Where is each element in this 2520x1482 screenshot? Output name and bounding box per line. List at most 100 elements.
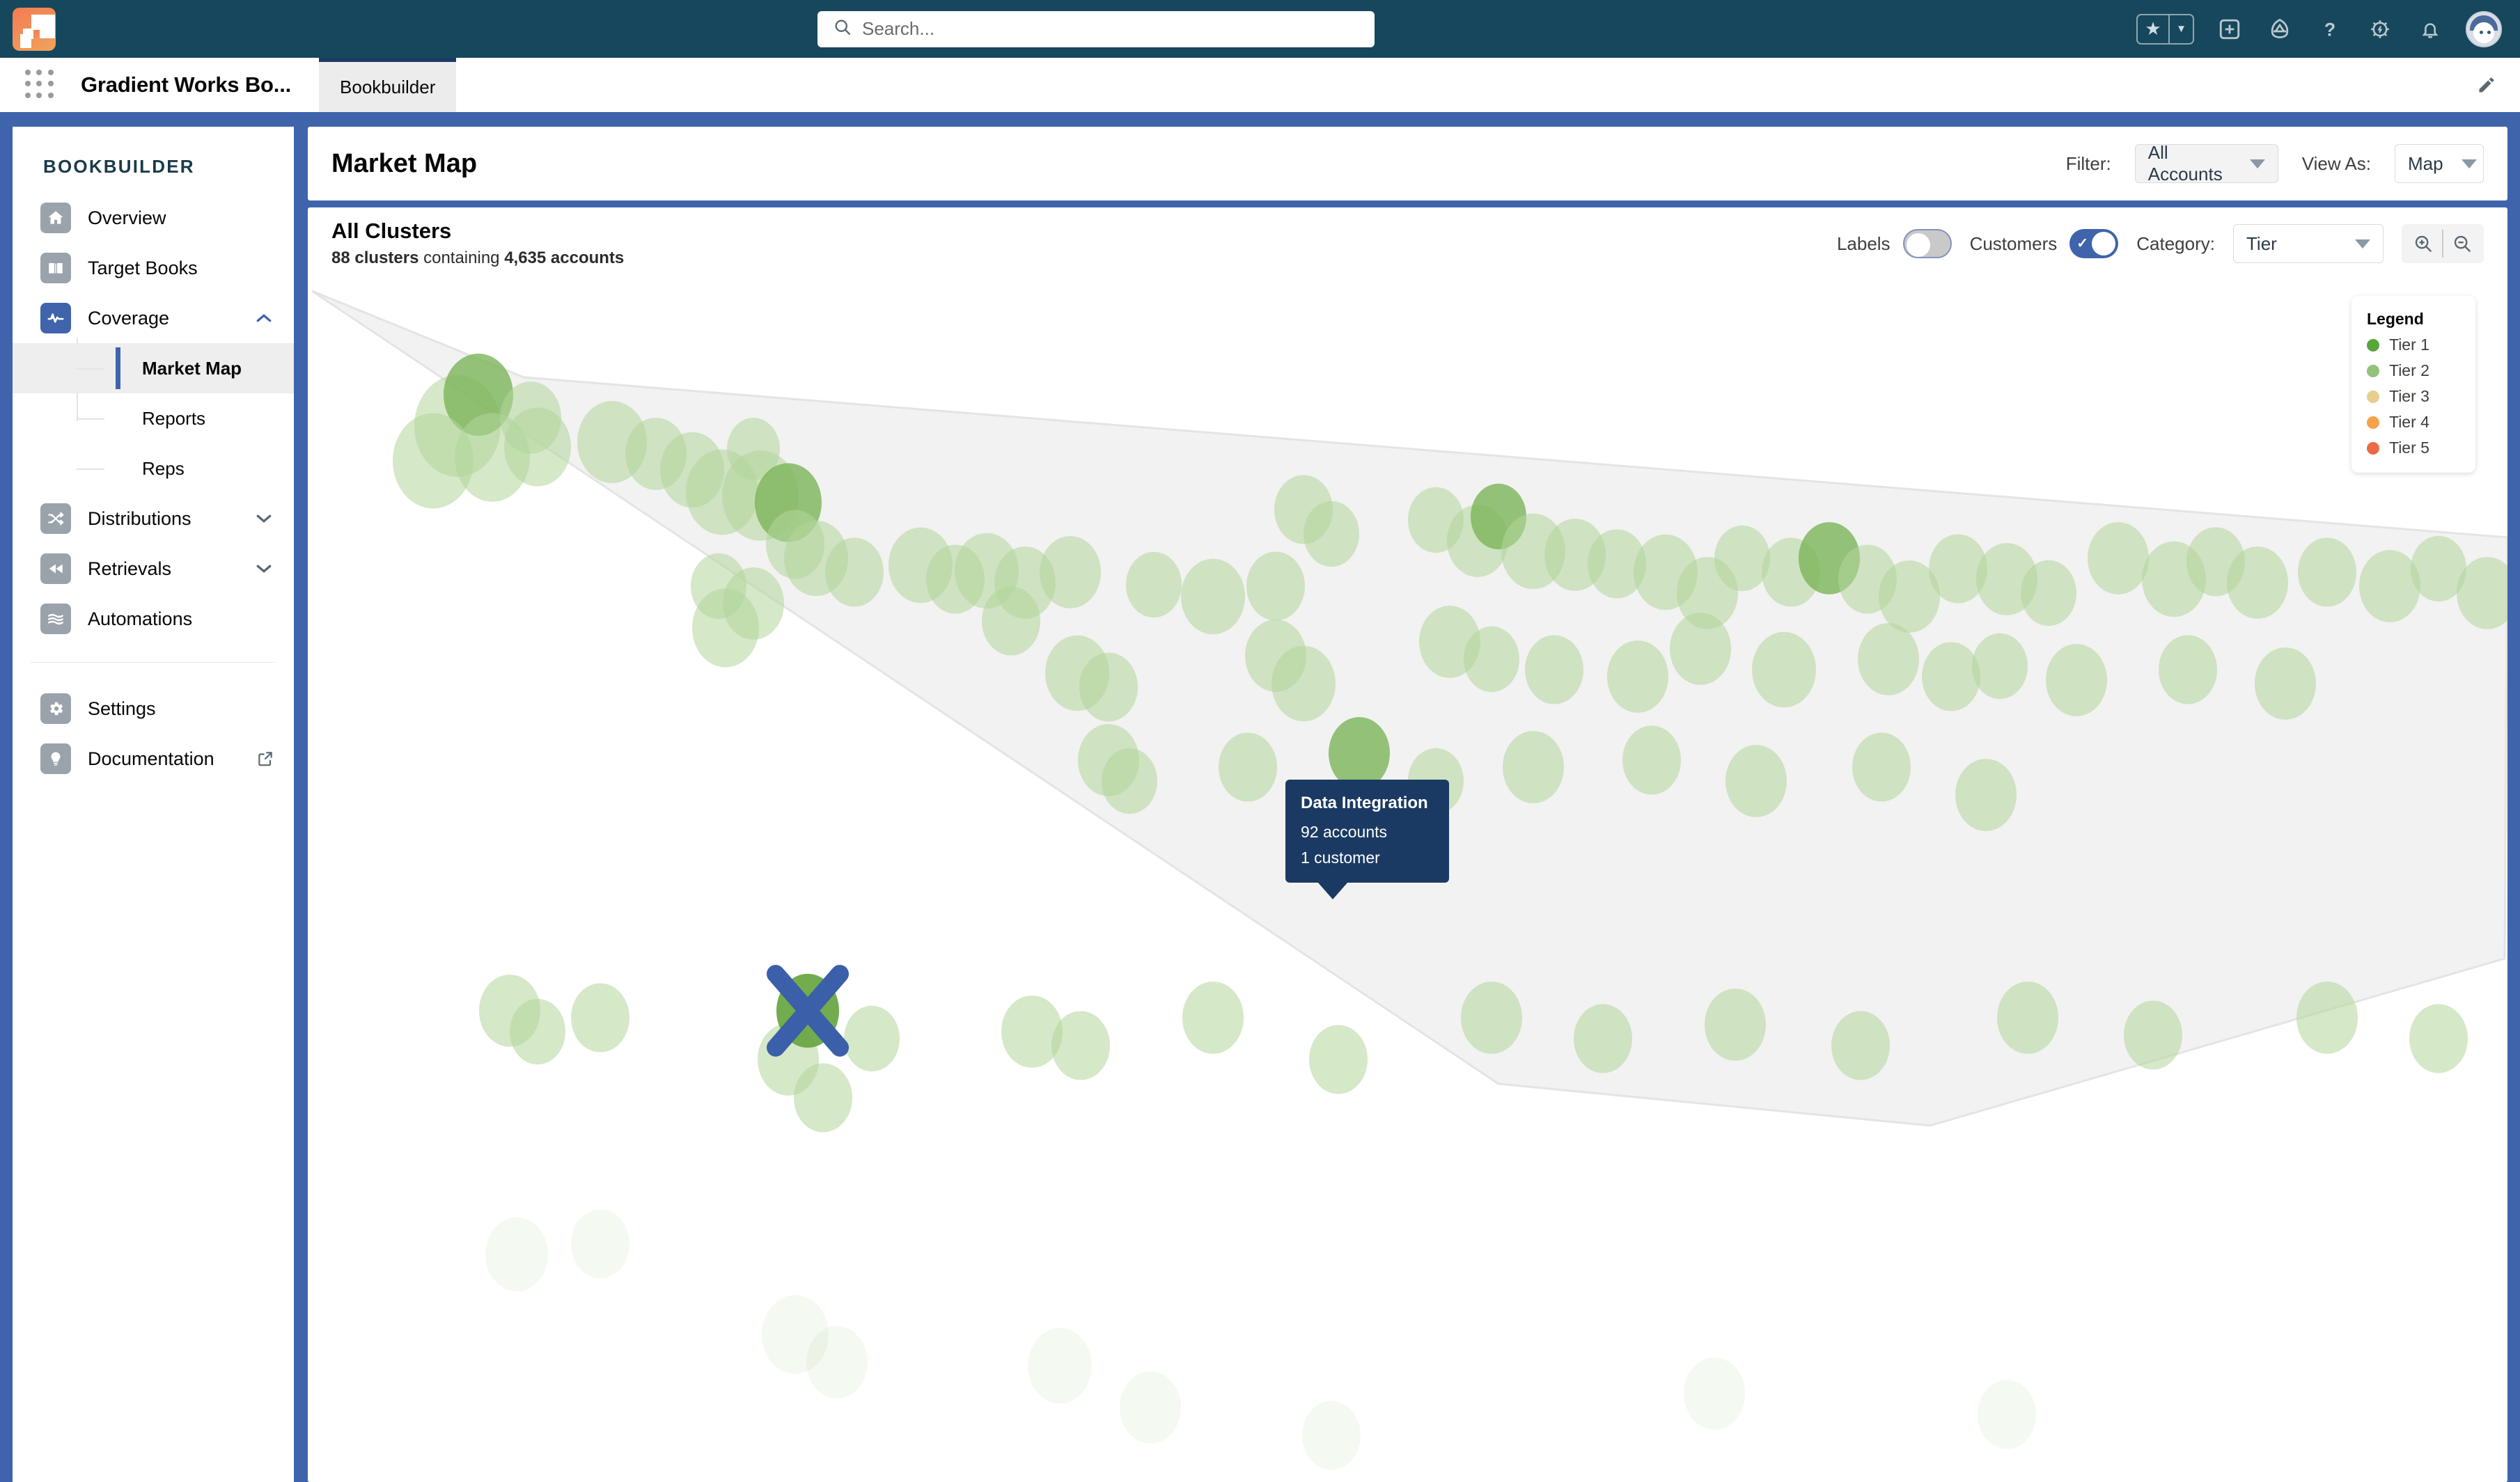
notifications-bell-icon[interactable] [2416,15,2445,44]
cluster-bubble[interactable] [2159,635,2217,704]
add-icon[interactable] [2215,15,2244,44]
app-launcher-icon[interactable] [25,70,56,100]
chevron-up-icon[interactable] [253,308,274,329]
cluster-bubble[interactable] [1051,1011,1110,1080]
sidebar-item-automations[interactable]: Automations [13,594,294,644]
cluster-bubble[interactable] [1126,551,1182,618]
gradient-works-logo[interactable] [13,7,56,51]
cluster-bubble[interactable] [2021,560,2076,626]
chevron-down-icon[interactable] [253,508,274,529]
legend-row[interactable]: Tier 5 [2367,439,2460,457]
cluster-bubble[interactable] [2046,644,2107,716]
cluster-bubble[interactable] [2255,647,2316,720]
filter-dropdown[interactable]: All Accounts [2134,142,2278,184]
legend-row[interactable]: Tier 1 [2367,336,2460,354]
cluster-bubble[interactable] [1725,745,1787,817]
cluster-bubble-faded[interactable] [1028,1327,1092,1404]
sidebar-item-retrievals[interactable]: Retrievals [13,544,294,594]
legend-row[interactable]: Tier 3 [2367,387,2460,406]
sidebar-item-target-books[interactable]: Target Books [13,243,294,293]
cluster-bubble[interactable] [1219,732,1277,802]
cluster-bubble[interactable] [1182,982,1244,1054]
favorites-caret-icon[interactable]: ▼ [2170,15,2193,43]
cluster-bubble-faded[interactable] [1302,1401,1361,1470]
customers-toggle[interactable]: ✓ [2069,229,2119,258]
cluster-bubble[interactable] [2359,550,2420,622]
favorites-group[interactable]: ★ ▼ [2136,13,2194,45]
sidebar-item-reps[interactable]: Reps [13,443,294,494]
cluster-bubble-faded[interactable] [806,1326,868,1398]
cluster-bubble[interactable] [1464,626,1519,693]
avatar[interactable] [2466,10,2502,47]
cluster-bubble[interactable] [1246,551,1305,621]
cluster-bubble[interactable] [2409,1004,2468,1073]
cluster-bubble-faded[interactable] [571,1209,629,1279]
cluster-bubble-faded[interactable] [485,1217,548,1292]
cluster-bubble[interactable] [1040,536,1101,608]
labels-toggle[interactable] [1902,229,1952,258]
cluster-bubble[interactable] [1461,982,1522,1054]
legend-row[interactable]: Tier 2 [2367,361,2460,380]
cluster-bubble[interactable] [1831,1011,1890,1080]
cluster-bubble[interactable] [2298,537,2356,607]
external-link-icon[interactable] [256,750,274,768]
cluster-bubble[interactable] [1972,633,2028,700]
cluster-bubble[interactable] [510,998,565,1065]
cluster-bubble[interactable] [2296,982,2358,1054]
cluster-bubble-faded[interactable] [1120,1371,1181,1444]
pencil-icon[interactable] [2477,75,2496,95]
sidebar-item-settings[interactable]: Settings [13,684,294,734]
cluster-bubble[interactable] [692,588,759,668]
cluster-bubble[interactable] [1503,731,1564,803]
cluster-bubble[interactable] [794,1063,852,1133]
cluster-bubble[interactable] [1955,759,2017,831]
sidebar-item-documentation[interactable]: Documentation [13,734,294,784]
cluster-bubble[interactable] [1574,1004,1632,1073]
cluster-bubble[interactable] [1102,748,1157,814]
sidebar-item-reports[interactable]: Reports [13,393,294,443]
cluster-bubble[interactable] [500,381,561,454]
sidebar-item-market-map[interactable]: Market Map [13,343,294,393]
cluster-bubble[interactable] [2227,546,2288,619]
cluster-bubble[interactable] [1271,645,1336,722]
sidebar-item-distributions[interactable]: Distributions [13,494,294,544]
cluster-bubble[interactable] [844,1005,900,1072]
cluster-bubble[interactable] [1329,717,1390,789]
sidebar-item-overview[interactable]: Overview [13,193,294,243]
cluster-bubble[interactable] [1714,525,1770,592]
cluster-bubble[interactable] [1997,982,2058,1054]
zoom-in-icon[interactable] [2404,225,2442,262]
help-icon[interactable]: ? [2315,15,2345,44]
cluster-bubble[interactable] [1852,732,1911,802]
cluster-bubble[interactable] [1607,640,1668,713]
legend-row[interactable]: Tier 4 [2367,413,2460,432]
cluster-bubble[interactable] [1181,558,1245,635]
tab-bookbuilder[interactable]: Bookbuilder [319,58,457,112]
cluster-bubble[interactable] [1705,988,1766,1061]
cluster-bubble[interactable] [1670,613,1731,685]
cluster-bubble[interactable] [825,537,884,607]
cluster-bubble[interactable] [1622,725,1681,795]
cluster-bubble[interactable] [1922,642,1980,711]
cluster-bubble[interactable] [2088,522,2149,594]
cluster-bubble-faded[interactable] [1978,1380,2036,1449]
app-icon[interactable] [2265,15,2294,44]
cluster-bubble[interactable] [1079,652,1138,722]
cluster-bubble[interactable] [1752,631,1816,708]
global-search-box[interactable] [817,10,1375,47]
zoom-out-icon[interactable] [2443,225,2481,262]
cluster-bubble[interactable] [1304,500,1359,567]
cluster-bubble[interactable] [982,586,1040,656]
chevron-down-icon[interactable] [253,558,274,579]
setup-gear-icon[interactable] [2365,15,2395,44]
cluster-bubble[interactable] [1525,635,1583,704]
view-as-dropdown[interactable]: Map [2395,144,2484,183]
cluster-bubble[interactable] [571,983,629,1053]
sidebar-item-coverage[interactable]: Coverage [13,293,294,343]
cluster-bubble[interactable] [1309,1025,1368,1094]
cluster-bubble[interactable] [1858,623,1919,695]
search-input[interactable] [862,18,1359,40]
cluster-bubble[interactable] [2124,1000,2182,1070]
favorites-star-icon[interactable]: ★ [2138,15,2168,43]
category-dropdown[interactable]: Tier [2233,224,2384,263]
